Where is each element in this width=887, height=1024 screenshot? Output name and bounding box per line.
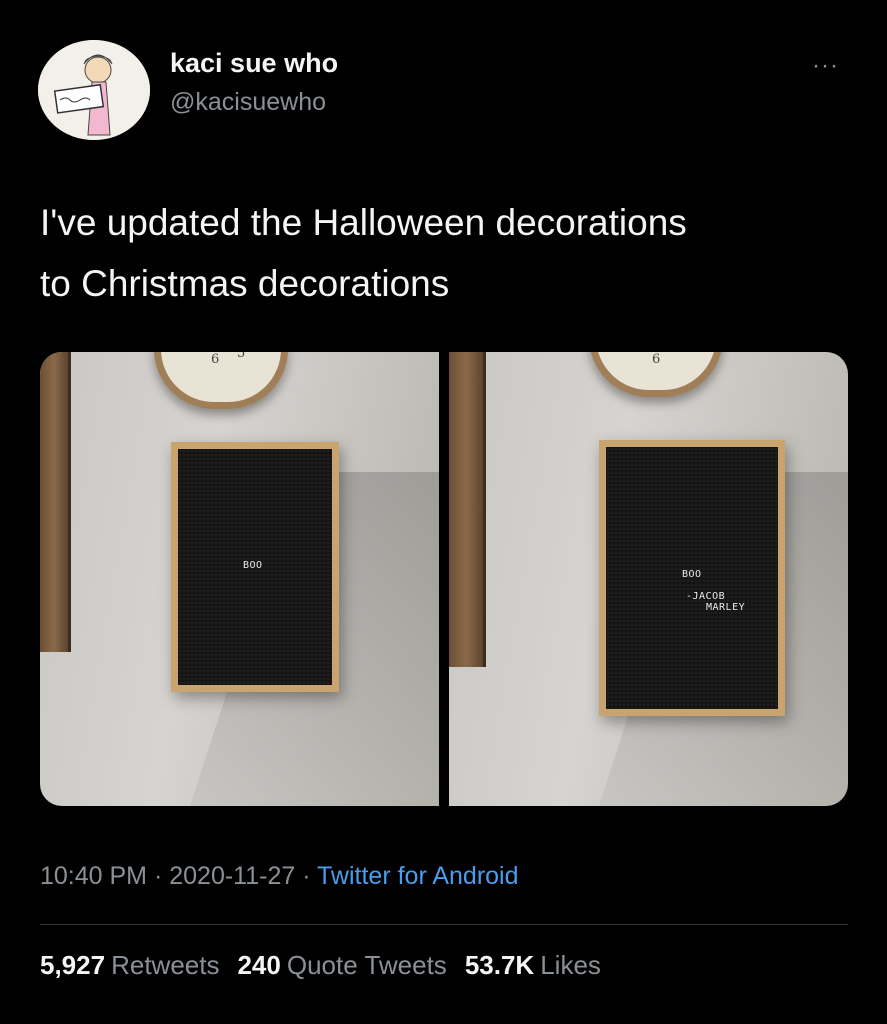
- letter-board: BOO -JACOB MARLEY: [599, 440, 785, 716]
- client-link[interactable]: Twitter for Android: [317, 862, 518, 890]
- avatar-drawing: [38, 40, 150, 140]
- author-display-name[interactable]: kaci sue who: [170, 48, 338, 79]
- board-text: BOO: [682, 569, 702, 580]
- clock-digit: 6: [652, 352, 661, 367]
- author-handle[interactable]: @kacisuewho: [170, 88, 326, 117]
- clock-digit: 5: [237, 352, 246, 361]
- tweet-metadata: 10:40 PM · 2020-11-27 · Twitter for Andr…: [40, 862, 519, 891]
- board-signature: -JACOB: [686, 591, 726, 602]
- likes-label: Likes: [540, 950, 601, 980]
- likes-count: 53.7K: [464, 950, 535, 980]
- separator: ·: [147, 862, 170, 890]
- retweets-stat[interactable]: 5,927 Retweets: [40, 950, 219, 981]
- letter-board: BOO: [171, 442, 339, 692]
- quote-tweets-stat[interactable]: 240 Quote Tweets: [237, 950, 446, 981]
- board-text: BOO: [243, 560, 263, 571]
- tweet-text: I've updated the Halloween decorations t…: [40, 192, 860, 314]
- ellipsis-icon[interactable]: ···: [812, 52, 839, 80]
- likes-stat[interactable]: 53.7K Likes: [465, 950, 601, 981]
- quote-tweets-count: 240: [237, 950, 281, 980]
- tweet-text-line: to Christmas decorations: [40, 263, 450, 304]
- quote-tweets-label: Quote Tweets: [286, 950, 447, 980]
- picture-frame-edge: [449, 352, 486, 667]
- board-signature: MARLEY: [706, 602, 746, 613]
- clock-digit: 6: [211, 352, 220, 367]
- tweet-date[interactable]: 2020-11-27: [169, 862, 295, 890]
- retweets-label: Retweets: [111, 950, 220, 980]
- divider: [40, 924, 848, 925]
- photo-christmas[interactable]: 6 BOO -JACOB MARLEY: [449, 352, 848, 806]
- tweet-media: 6 5 BOO 6 BOO -JACOB MARLEY: [40, 352, 848, 806]
- tweet-text-line: I've updated the Halloween decorations: [40, 202, 687, 243]
- retweets-count: 5,927: [40, 950, 106, 980]
- picture-frame-edge: [40, 352, 71, 652]
- photo-halloween[interactable]: 6 5 BOO: [40, 352, 439, 806]
- wall-clock: 6 5: [154, 352, 288, 409]
- wall-clock: 6: [589, 352, 723, 397]
- avatar[interactable]: [38, 40, 150, 140]
- tweet-time[interactable]: 10:40 PM: [40, 862, 147, 890]
- separator: ·: [295, 862, 318, 890]
- engagement-stats: 5,927 Retweets 240 Quote Tweets 53.7K Likes: [40, 950, 601, 981]
